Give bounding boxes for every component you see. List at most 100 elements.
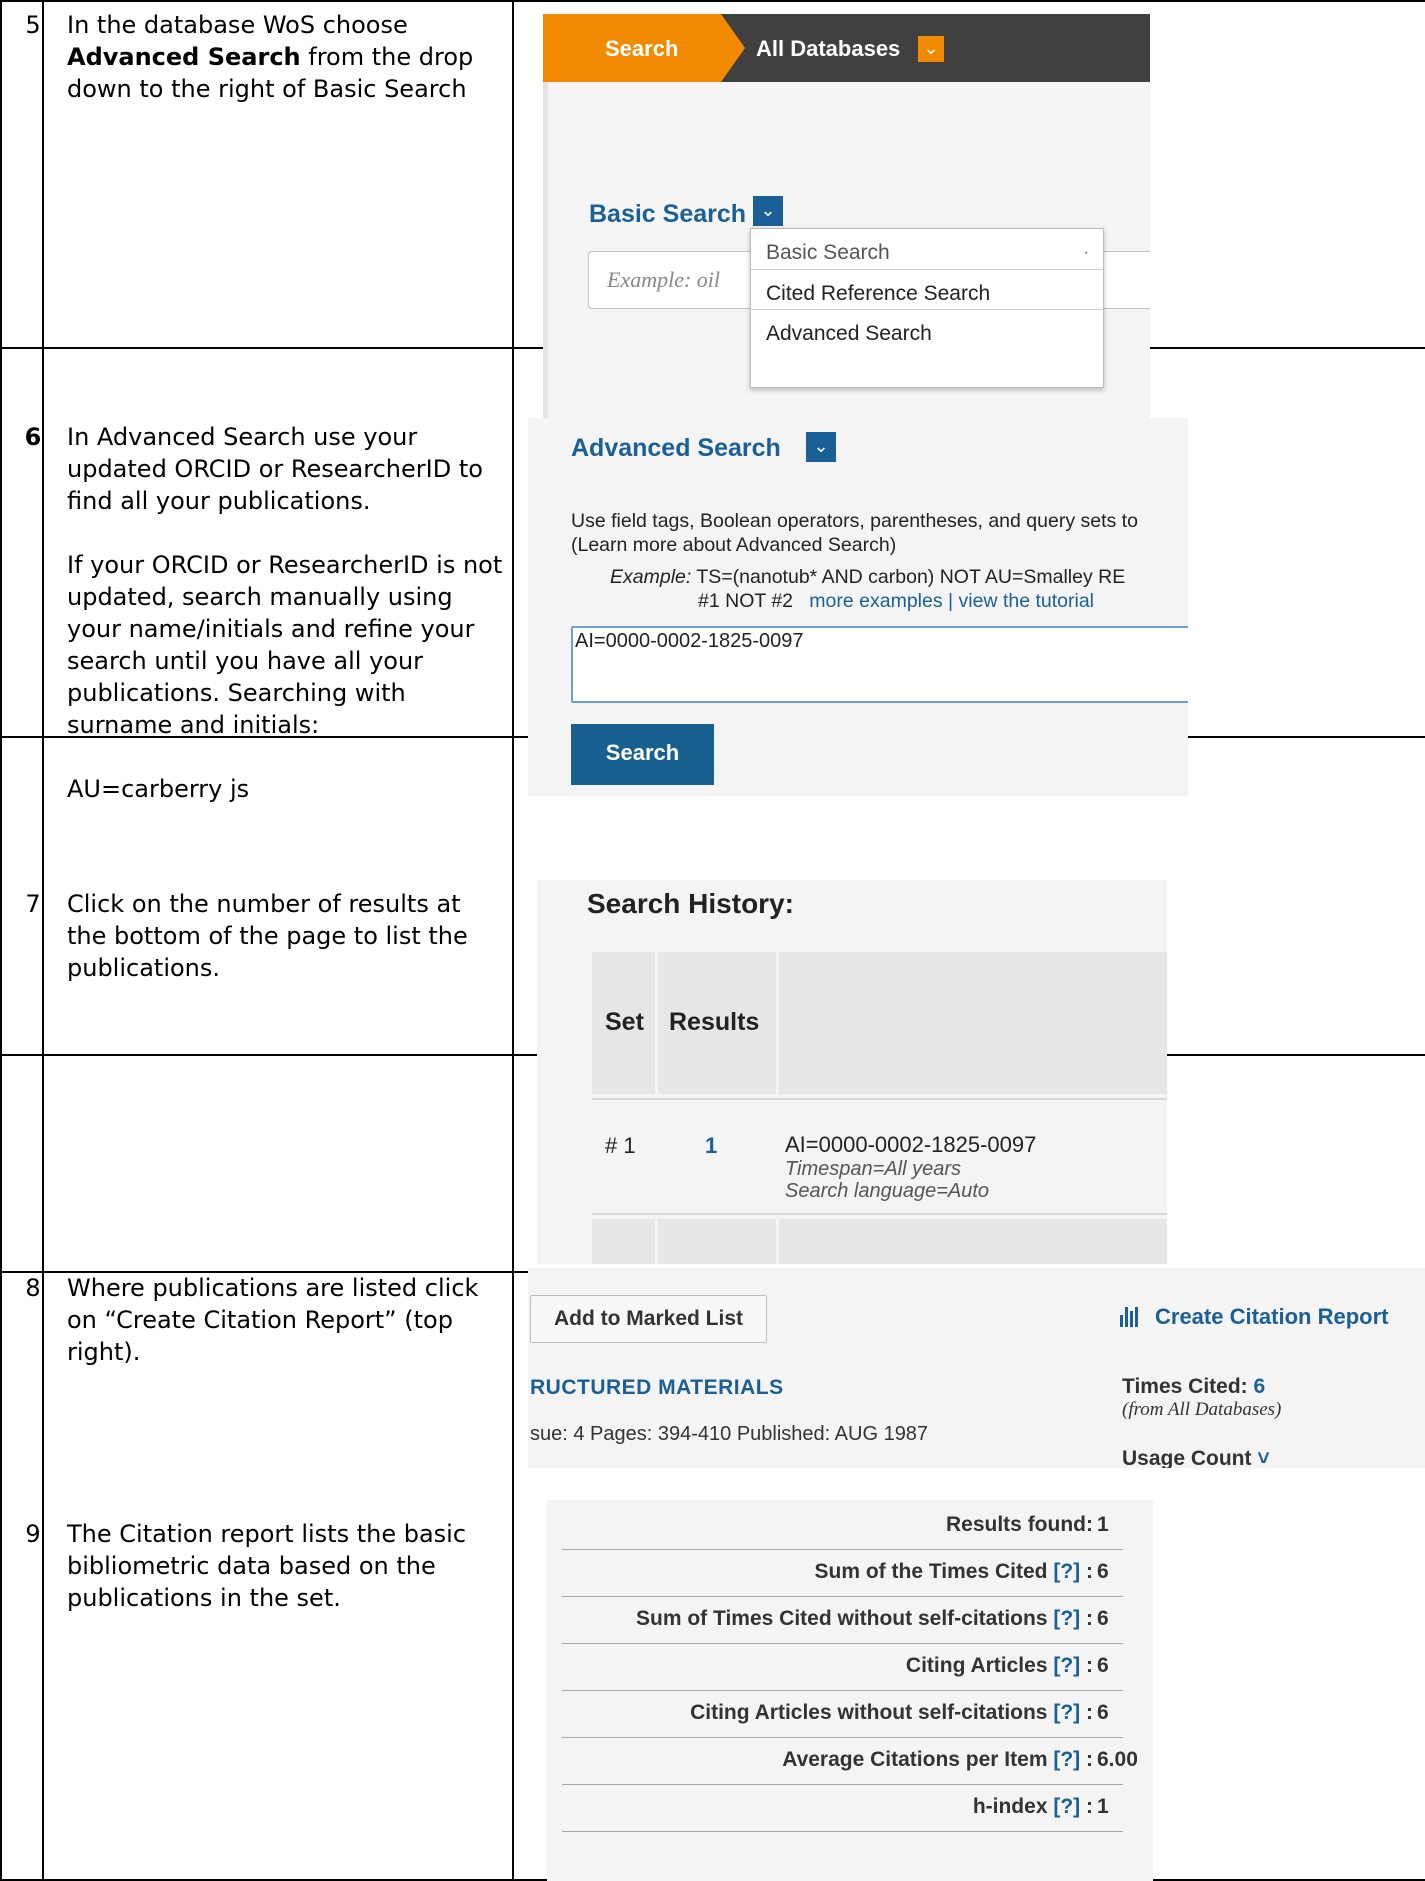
search-history-title: Search History: [587,888,794,919]
help-link[interactable]: [?] [1053,1607,1080,1630]
advanced-search-emphasis: Advanced Search [67,43,301,71]
link-separator: | [948,590,954,612]
source-title: RUCTURED MATERIALS [530,1376,784,1399]
metric-separator [562,1831,1123,1832]
example-query: TS=(nanotub* AND carbon) NOT AU=Smalley … [696,566,1126,588]
chevron-down-icon[interactable]: ⌄ [806,432,836,462]
metric-label: Sum of the Times Cited [?] : [814,1560,1093,1583]
metric-label: Sum of Times Cited without self-citation… [636,1607,1093,1630]
metric-label-text: Results found: [946,1513,1093,1536]
column-divider [42,0,44,1881]
step-7-line: the bottom of the page to list the [67,922,468,950]
step-8-instruction: Where publications are listed click on “… [67,1272,517,1368]
metric-label-text: Average Citations per Item [782,1748,1048,1771]
next-row-cell [592,1219,655,1264]
search-input[interactable]: Example: oil [588,251,758,309]
step-6-line: If your ORCID or ResearcherID is not [67,551,503,579]
wos-search-screenshot: Search All Databases ⌄ Basic Search ⌄ Ex… [543,14,1150,418]
metric-label-text: Citing Articles [905,1654,1048,1677]
metric-label: Citing Articles [?] : [905,1654,1093,1677]
metric-separator [562,1549,1123,1550]
times-cited-source: (from All Databases) [1122,1399,1282,1420]
search-mode-dropdown: Basic Search · Cited Reference Search Ad… [750,228,1104,388]
metric-separator [562,1737,1123,1738]
usage-count-label: Usage Count [1122,1447,1252,1468]
chevron-down-icon[interactable]: ⌄ [918,36,944,62]
metric-value: 6 [1097,1654,1109,1677]
metric-label: Results found: [946,1513,1093,1537]
usage-count-toggle[interactable]: Usage Count ˅ [1122,1447,1270,1468]
step-number-5: 5 [25,11,41,39]
example-line-2: #1 NOT #2 more examples | view the tutor… [698,590,1094,613]
chevron-down-icon[interactable]: ⌄ [753,196,783,226]
metric-row: Sum of the Times Cited [?] : 6 [547,1551,1153,1597]
help-link[interactable]: [?] [1053,1560,1080,1583]
dropdown-option-advanced-search[interactable]: Advanced Search [751,309,1103,357]
history-search-language: Search language=Auto [785,1180,990,1202]
metric-value: 6 [1097,1701,1109,1724]
publication-info: sue: 4 Pages: 394-410 Published: AUG 198… [530,1423,929,1445]
history-set-number: # 1 [605,1133,636,1158]
metric-value: 6 [1097,1560,1109,1583]
metric-row: Results found: 1 [547,1504,1153,1550]
database-selector-label[interactable]: All Databases [756,36,900,62]
step-6-line: search until you have all your [67,647,424,675]
search-tab-arrow [721,14,745,82]
advanced-search-title[interactable]: Advanced Search [571,434,781,463]
step-number-6: 6 [24,423,42,451]
option-label: Basic Search [766,241,890,264]
search-history-screenshot: Search History: Set Results # 1 1 AI=000… [537,880,1167,1264]
option-label: Cited Reference Search [766,282,991,305]
step-number-7: 7 [25,890,41,918]
metric-row: Citing Articles [?] : 6 [547,1645,1153,1691]
example-label: Example: [610,566,692,588]
history-results-count-link[interactable]: 1 [705,1133,717,1159]
help-link[interactable]: [?] [1053,1795,1080,1818]
search-tab-label: Search [605,36,679,61]
step-9-instruction: The Citation report lists the basic bibl… [67,1518,517,1614]
view-tutorial-link[interactable]: view the tutorial [959,590,1094,612]
times-cited-value-link[interactable]: 6 [1254,1375,1266,1398]
metric-row: h-index [?] : 1 [547,1786,1153,1832]
metric-separator [562,1784,1123,1785]
help-link[interactable]: [?] [1053,1654,1080,1677]
step-5-instruction: In the database WoS choose Advanced Sear… [67,9,517,105]
chevron-down-icon: ˅ [1257,1447,1270,1468]
metric-value: 1 [1097,1795,1109,1818]
option-label: Advanced Search [766,322,932,345]
advanced-query-input[interactable]: AI=0000-0002-1825-0097 [571,626,1188,703]
step-6-line: In Advanced Search use your [67,423,418,451]
table-border-left [0,0,2,1881]
query-text: AI=0000-0002-1825-0097 [575,630,804,652]
search-button[interactable]: Search [571,724,714,785]
panel-edge [543,82,548,418]
help-link[interactable]: [?] [1053,1748,1080,1771]
metric-row: Sum of Times Cited without self-citation… [547,1598,1153,1644]
metric-separator [562,1596,1123,1597]
metric-label: h-index [?] : [972,1795,1093,1818]
help-link[interactable]: [?] [1053,1701,1080,1724]
step-6-line: updated ORCID or ResearcherID to [67,455,483,483]
row-divider [592,1213,1167,1215]
search-input-continuation [1104,251,1150,309]
learn-more-link[interactable]: (Learn more about Advanced Search) [571,534,896,557]
metric-label: Average Citations per Item [?] : [782,1748,1093,1771]
add-to-marked-list-button[interactable]: Add to Marked List [530,1295,767,1343]
step-6-line: your name/initials and refine your [67,615,475,643]
column-header-results: Results [669,1008,760,1036]
next-row-cell [779,1219,1167,1264]
search-placeholder: Example: oil [607,267,721,292]
step-6-line: publications. Searching with [67,679,406,707]
search-mode-label[interactable]: Basic Search [589,200,746,229]
times-cited: Times Cited: 6 [1122,1375,1265,1399]
help-text: Use field tags, Boolean operators, paren… [571,510,1138,532]
metric-label-text: Sum of Times Cited without self-citation… [636,1607,1048,1630]
step-9-line: publications in the set. [67,1584,341,1612]
step-6-line: find all your publications. [67,487,371,515]
step-5-line: In the database WoS choose [67,11,408,39]
column-header-set: Set [605,1008,644,1036]
metric-value: 1 [1097,1513,1109,1536]
create-citation-report-link[interactable]: Create Citation Report [1155,1304,1388,1330]
more-examples-link[interactable]: more examples [809,590,942,612]
row-divider [592,1098,1167,1100]
